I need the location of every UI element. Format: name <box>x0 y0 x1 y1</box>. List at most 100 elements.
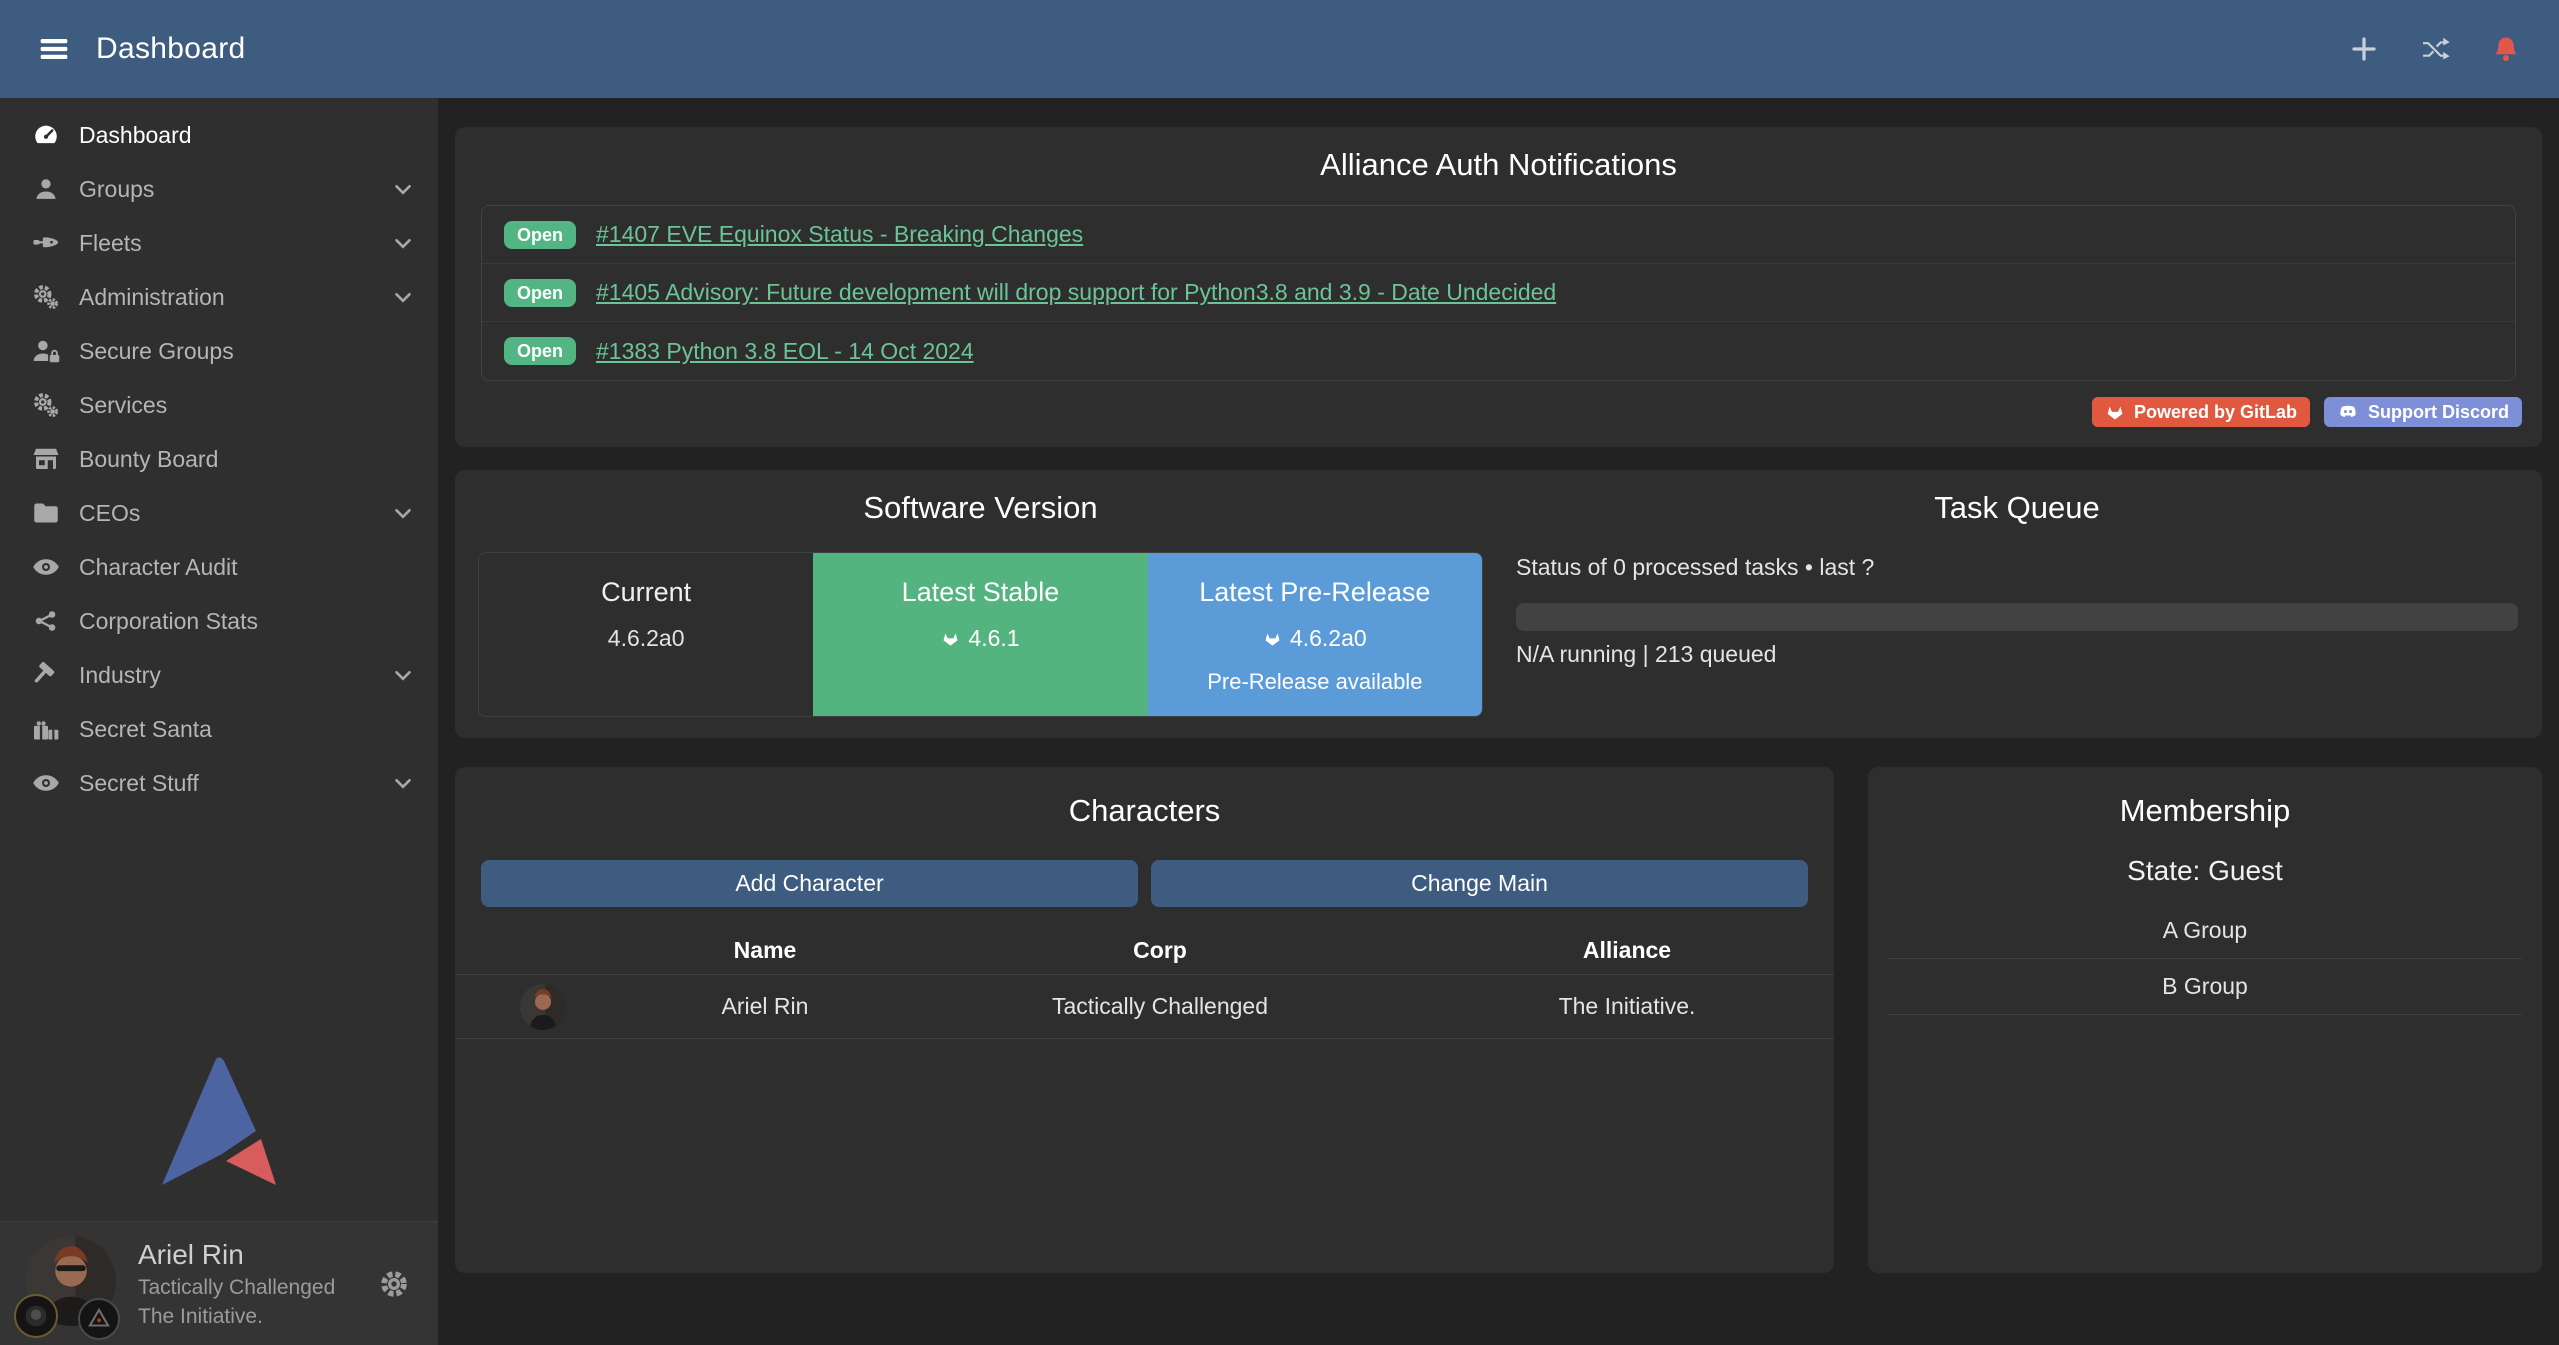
sidebar-item-industry[interactable]: Industry <box>0 648 438 702</box>
sidebar-item-groups[interactable]: Groups <box>0 162 438 216</box>
characters-title: Characters <box>455 793 1834 829</box>
notification-link[interactable]: #1405 Advisory: Future development will … <box>596 279 1556 306</box>
status-badge: Open <box>504 221 576 249</box>
sidebar-item-label: Dashboard <box>79 122 192 149</box>
user-lock-icon <box>26 336 66 366</box>
chevron-down-icon <box>390 770 416 796</box>
sidebar-item-corporation-stats[interactable]: Corporation Stats <box>0 594 438 648</box>
group-list-item: B Group <box>1888 959 2522 1015</box>
sidebar-item-fleets[interactable]: Fleets <box>0 216 438 270</box>
sidebar-item-label: Services <box>79 392 167 419</box>
chevron-down-icon <box>390 176 416 202</box>
software-version-section: Software Version Current 4.6.2a0 Latest … <box>455 490 1483 738</box>
sidebar-item-label: Secure Groups <box>79 338 234 365</box>
sidebar-item-label: Groups <box>79 176 154 203</box>
plus-icon[interactable] <box>2349 34 2379 64</box>
sidebar-item-dashboard[interactable]: Dashboard <box>0 108 438 162</box>
user-corp: Tactically Challenged <box>138 1276 335 1300</box>
notification-row: Open #1383 Python 3.8 EOL - 14 Oct 2024 <box>482 322 2515 380</box>
status-badge: Open <box>504 279 576 307</box>
sidebar-item-label: Secret Santa <box>79 716 212 743</box>
sidebar-item-label: Bounty Board <box>79 446 218 473</box>
column-header-alliance: Alliance <box>1420 937 1834 964</box>
sidebar-item-label: Fleets <box>79 230 142 257</box>
menu-icon[interactable] <box>38 33 70 65</box>
support-discord-badge[interactable]: Support Discord <box>2324 397 2522 427</box>
version-current: Current 4.6.2a0 <box>479 553 813 716</box>
sidebar-item-character-audit[interactable]: Character Audit <box>0 540 438 594</box>
user-info: Ariel Rin Tactically Challenged The Init… <box>138 1239 335 1329</box>
hammer-icon <box>26 660 66 690</box>
chevron-down-icon <box>390 284 416 310</box>
cogs-icon <box>26 390 66 420</box>
notifications-title: Alliance Auth Notifications <box>455 147 2542 183</box>
characters-panel: Characters Add Character Change Main Nam… <box>455 767 1834 1273</box>
membership-title: Membership <box>1868 793 2542 829</box>
sidebar-item-ceos[interactable]: CEOs <box>0 486 438 540</box>
column-header-name: Name <box>630 937 900 964</box>
bell-icon[interactable] <box>2491 34 2521 64</box>
corp-logo-badge <box>14 1294 58 1338</box>
version-boxes: Current 4.6.2a0 Latest Stable 4.6.1 Late… <box>478 552 1483 717</box>
sidebar-item-label: CEOs <box>79 500 140 527</box>
chevron-down-icon <box>390 500 416 526</box>
eye-icon <box>26 768 66 798</box>
powered-by-gitlab-badge[interactable]: Powered by GitLab <box>2092 397 2310 427</box>
status-badge: Open <box>504 337 576 365</box>
sidebar-item-services[interactable]: Services <box>0 378 438 432</box>
cell-character-corp: Tactically Challenged <box>900 993 1420 1020</box>
task-queue-section: Task Queue Status of 0 processed tasks •… <box>1516 490 2542 738</box>
change-main-button[interactable]: Change Main <box>1151 860 1808 907</box>
user-name: Ariel Rin <box>138 1239 335 1271</box>
user-panel: Ariel Rin Tactically Challenged The Init… <box>0 1221 438 1345</box>
top-navbar: Dashboard <box>0 0 2559 98</box>
page-title: Dashboard <box>96 32 245 66</box>
main-content: Alliance Auth Notifications Open #1407 E… <box>438 98 2559 1345</box>
notification-row: Open #1405 Advisory: Future development … <box>482 264 2515 322</box>
membership-panel: Membership State: Guest A Group B Group <box>1868 767 2542 1273</box>
membership-state: State: Guest <box>1868 855 2542 887</box>
notifications-list: Open #1407 EVE Equinox Status - Breaking… <box>481 205 2516 381</box>
task-queue-progressbar <box>1516 603 2518 631</box>
notification-row: Open #1407 EVE Equinox Status - Breaking… <box>482 206 2515 264</box>
gitlab-icon <box>2105 402 2125 422</box>
version-latest-prerelease: Latest Pre-Release 4.6.2a0 Pre-Release a… <box>1148 553 1482 716</box>
user-avatar <box>20 1236 120 1332</box>
notification-link[interactable]: #1383 Python 3.8 EOL - 14 Oct 2024 <box>596 338 974 365</box>
sidebar-item-administration[interactable]: Administration <box>0 270 438 324</box>
chevron-down-icon <box>390 662 416 688</box>
footer-badges: Powered by GitLab Support Discord <box>2092 397 2522 427</box>
software-taskqueue-panel: Software Version Current 4.6.2a0 Latest … <box>455 470 2542 738</box>
software-version-title: Software Version <box>478 490 1483 526</box>
sidebar-item-bounty-board[interactable]: Bounty Board <box>0 432 438 486</box>
gear-icon[interactable] <box>376 1266 412 1302</box>
gitlab-icon <box>1263 629 1282 648</box>
gifts-icon <box>26 714 66 744</box>
cogs-icon <box>26 282 66 312</box>
sidebar-item-label: Secret Stuff <box>79 770 199 797</box>
add-character-button[interactable]: Add Character <box>481 860 1138 907</box>
cell-character-name: Ariel Rin <box>630 993 900 1020</box>
character-portrait <box>520 984 566 1030</box>
user-alliance: The Initiative. <box>138 1305 335 1329</box>
sidebar-item-secret-santa[interactable]: Secret Santa <box>0 702 438 756</box>
sidebar-item-label: Industry <box>79 662 161 689</box>
group-list-item: A Group <box>1888 903 2522 959</box>
task-queue-summary: N/A running | 213 queued <box>1516 641 2518 668</box>
task-queue-status: Status of 0 processed tasks • last ? <box>1516 554 2518 581</box>
sidebar-item-label: Administration <box>79 284 225 311</box>
sidebar-item-secure-groups[interactable]: Secure Groups <box>0 324 438 378</box>
notification-link[interactable]: #1407 EVE Equinox Status - Breaking Chan… <box>596 221 1083 248</box>
tachometer-icon <box>26 120 66 150</box>
sidebar: Dashboard Groups Fleets <box>0 98 438 1345</box>
sidebar-item-secret-stuff[interactable]: Secret Stuff <box>0 756 438 810</box>
shuffle-icon[interactable] <box>2419 33 2451 65</box>
task-queue-title: Task Queue <box>1516 490 2518 526</box>
shuttle-icon <box>26 228 66 258</box>
user-icon <box>26 175 66 203</box>
column-header-corp: Corp <box>900 937 1420 964</box>
share-icon <box>26 607 66 635</box>
store-icon <box>26 444 66 474</box>
folder-icon <box>26 498 66 528</box>
gitlab-icon <box>941 629 960 648</box>
